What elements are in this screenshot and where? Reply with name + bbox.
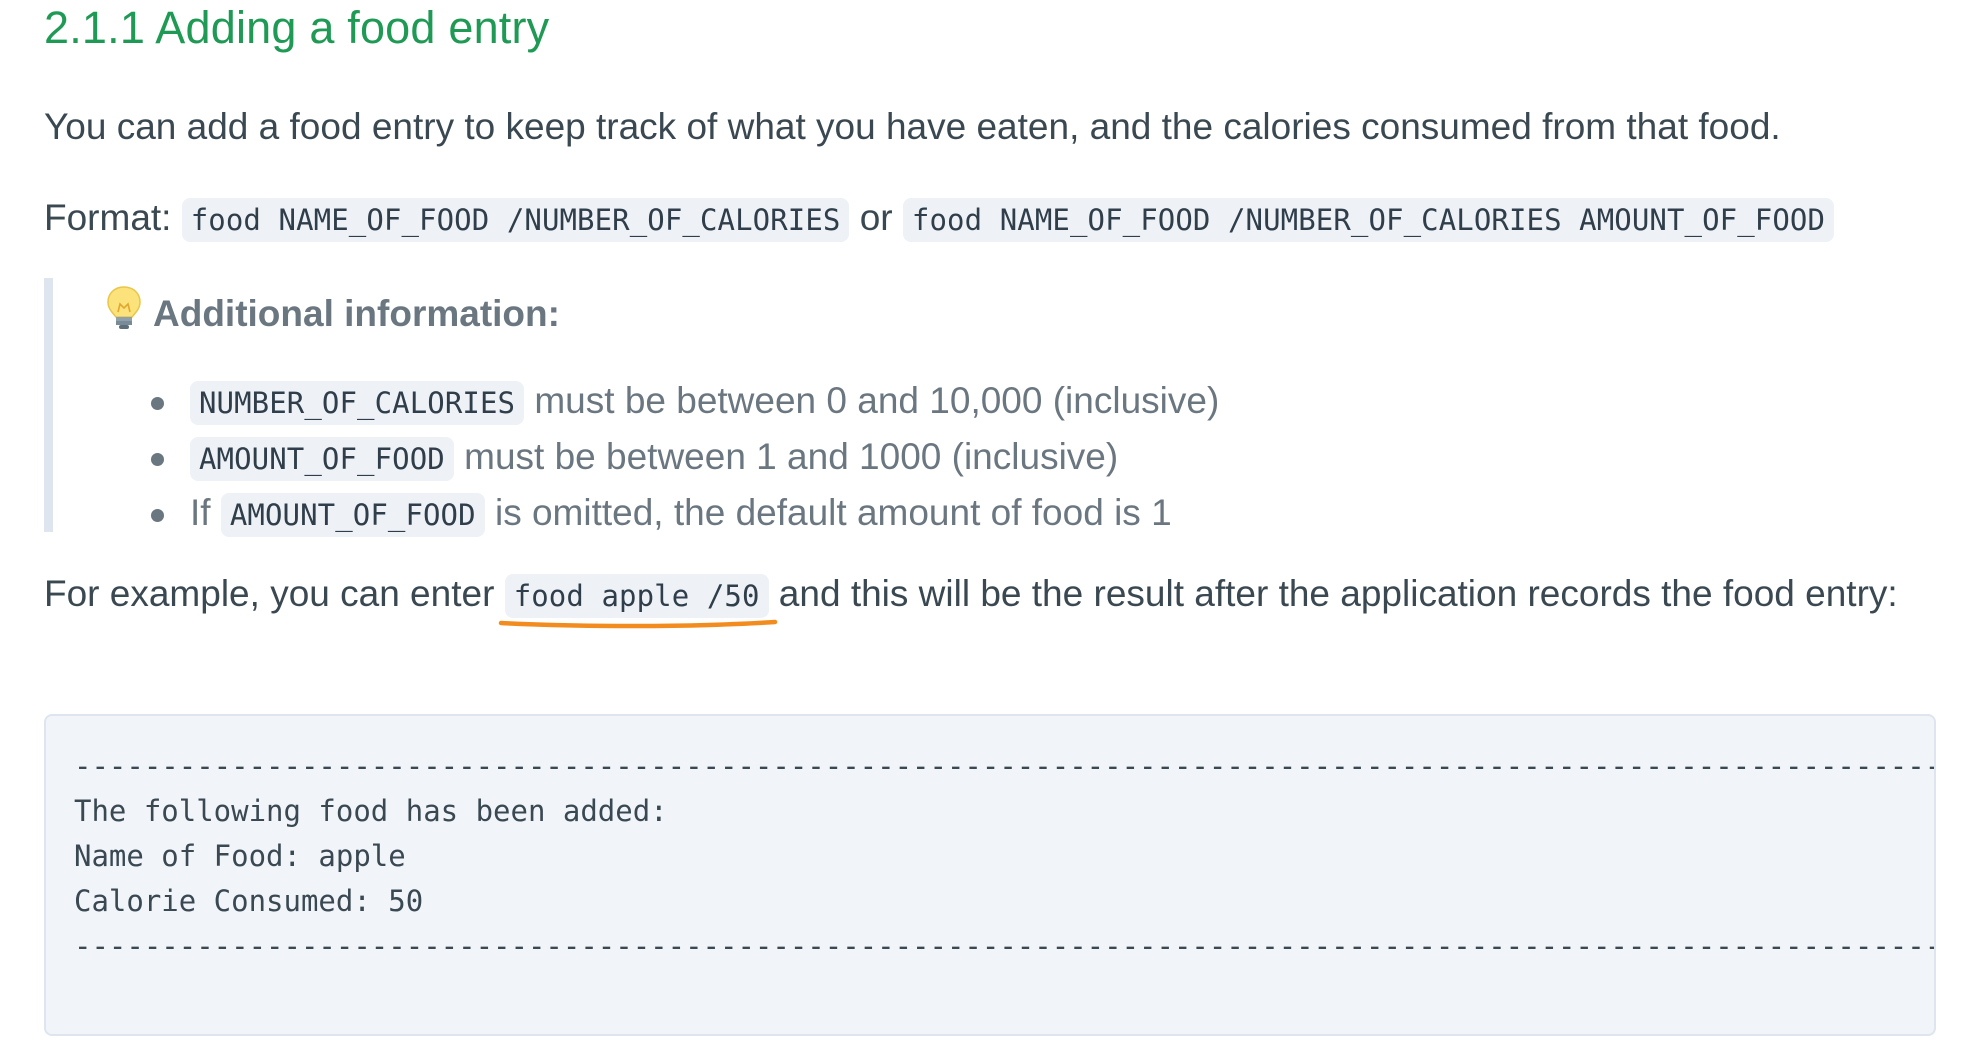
example-paragraph: For example, you can enter food apple /5… (44, 567, 1924, 629)
format-label: Format: (44, 197, 172, 238)
format-code-basic: food NAME_OF_FOOD /NUMBER_OF_CALORIES (181, 198, 850, 242)
orange-underline-annotation (498, 619, 777, 629)
format-or: or (859, 197, 893, 238)
bullet-icon (151, 397, 164, 410)
output-line: Calorie Consumed: 50 (74, 884, 424, 918)
list-item-text: must be between 1 and 1000 (inclusive) (453, 436, 1119, 477)
lightbulb-icon (107, 286, 141, 329)
callout-title: Additional information: (153, 293, 560, 334)
separator-line: ----------------------------------------… (74, 749, 1936, 783)
separator-line: ----------------------------------------… (74, 929, 1936, 963)
bullet-icon (151, 453, 164, 466)
example-code-wrapper: food apple /50 (498, 573, 777, 629)
bullet-icon (151, 509, 164, 522)
example-text-before: For example, you can enter (44, 573, 505, 614)
list-item: AMOUNT_OF_FOOD must be between 1 and 100… (145, 430, 1219, 486)
intro-paragraph: You can add a food entry to keep track o… (44, 106, 1781, 147)
output-line: Name of Food: apple (74, 839, 406, 873)
list-item: If AMOUNT_OF_FOOD is omitted, the defaul… (145, 486, 1219, 542)
example-command-code: food apple /50 (504, 574, 769, 618)
format-paragraph: Format: food NAME_OF_FOOD /NUMBER_OF_CAL… (44, 191, 1835, 247)
output-text: ----------------------------------------… (74, 744, 1936, 969)
format-code-with-amount: food NAME_OF_FOOD /NUMBER_OF_CALORIES AM… (902, 198, 1835, 242)
inline-code: NUMBER_OF_CALORIES (190, 381, 525, 425)
list-item-text: is omitted, the default amount of food i… (484, 492, 1172, 533)
example-text-after: and this will be the result after the ap… (768, 573, 1898, 614)
inline-code: AMOUNT_OF_FOOD (220, 493, 485, 537)
section-heading: 2.1.1 Adding a food entry (44, 2, 550, 53)
output-code-block: ----------------------------------------… (44, 714, 1936, 1036)
list-item-text: must be between 0 and 10,000 (inclusive) (524, 380, 1220, 421)
inline-code: AMOUNT_OF_FOOD (190, 437, 454, 481)
callout-heading: Additional information: (103, 284, 560, 335)
list-item-prefix: If (190, 492, 221, 533)
list-item: NUMBER_OF_CALORIES must be between 0 and… (145, 374, 1219, 430)
output-line: The following food has been added: (74, 794, 668, 828)
info-callout: Additional information: NUMBER_OF_CALORI… (44, 278, 1453, 537)
info-list: NUMBER_OF_CALORIES must be between 0 and… (145, 374, 1219, 542)
